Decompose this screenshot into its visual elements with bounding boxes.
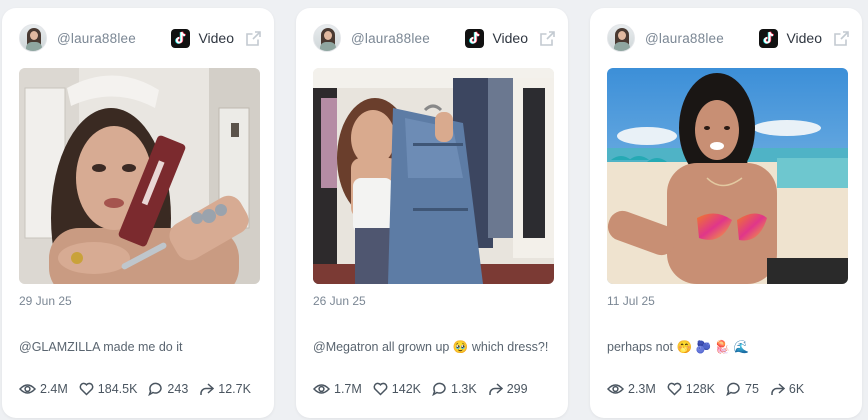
video-thumbnail[interactable]	[313, 68, 554, 284]
eye-icon	[607, 384, 624, 394]
tiktok-icon	[465, 28, 485, 48]
post-caption: perhaps not 🤭 🫐 🪼 🌊	[607, 340, 750, 354]
platform-tag: Video	[171, 28, 234, 48]
external-link-icon[interactable]	[832, 29, 850, 47]
share-icon	[488, 383, 503, 395]
likes-count: 142K	[391, 382, 421, 396]
engagement-stats: 1.7M 142K 1.3K 299	[313, 382, 560, 396]
post-caption: @GLAMZILLA made me do it	[19, 340, 183, 354]
eye-icon	[19, 384, 36, 394]
external-link-icon[interactable]	[244, 29, 262, 47]
platform-label: Video	[492, 30, 528, 46]
comments-count: 243	[167, 382, 189, 396]
likes-stat: 142K	[373, 382, 421, 396]
post-caption: @Megatron all grown up 🥹 which dress?!	[313, 340, 549, 354]
comments-stat: 243	[148, 382, 188, 396]
post-date: 29 Jun 25	[19, 294, 72, 308]
external-link-icon[interactable]	[538, 29, 556, 47]
platform-tag: Video	[759, 28, 822, 48]
post-date: 26 Jun 25	[313, 294, 366, 308]
post-card[interactable]: @laura88lee Video	[296, 8, 568, 418]
heart-icon	[373, 382, 388, 396]
views-stat: 2.4M	[19, 382, 68, 396]
eye-icon	[313, 384, 330, 394]
comment-icon	[726, 382, 740, 396]
shares-stat: 6K	[770, 382, 804, 396]
comments-stat: 75	[726, 382, 759, 396]
avatar[interactable]	[313, 24, 341, 52]
likes-count: 184.5K	[97, 382, 138, 396]
views-count: 1.7M	[334, 382, 362, 396]
tiktok-icon	[759, 28, 779, 48]
views-stat: 2.3M	[607, 382, 656, 396]
post-card[interactable]: @laura88lee Video	[590, 8, 862, 418]
comments-stat: 1.3K	[432, 382, 477, 396]
avatar[interactable]	[607, 24, 635, 52]
account-handle[interactable]: @laura88lee	[645, 31, 724, 46]
shares-stat: 12.7K	[199, 382, 251, 396]
shares-count: 12.7K	[218, 382, 251, 396]
likes-stat: 184.5K	[79, 382, 138, 396]
video-thumbnail[interactable]	[607, 68, 848, 284]
shares-stat: 299	[488, 382, 528, 396]
heart-icon	[667, 382, 682, 396]
shares-count: 299	[506, 382, 528, 396]
post-card[interactable]: @laura88lee Video	[2, 8, 274, 418]
post-date: 11 Jul 25	[607, 294, 655, 308]
engagement-stats: 2.4M 184.5K 243 12.7K	[19, 382, 266, 396]
card-header: @laura88lee Video	[607, 22, 850, 54]
heart-icon	[79, 382, 94, 396]
avatar[interactable]	[19, 24, 47, 52]
views-count: 2.3M	[628, 382, 656, 396]
likes-count: 128K	[685, 382, 715, 396]
views-count: 2.4M	[40, 382, 68, 396]
tiktok-icon	[171, 28, 191, 48]
platform-label: Video	[198, 30, 234, 46]
share-icon	[771, 383, 785, 395]
platform-tag: Video	[465, 28, 528, 48]
comment-icon	[432, 382, 446, 396]
account-handle[interactable]: @laura88lee	[57, 31, 136, 46]
likes-stat: 128K	[667, 382, 715, 396]
account-handle[interactable]: @laura88lee	[351, 31, 430, 46]
comments-count: 75	[745, 382, 759, 396]
card-header: @laura88lee Video	[19, 22, 262, 54]
views-stat: 1.7M	[313, 382, 362, 396]
comments-count: 1.3K	[451, 382, 477, 396]
shares-count: 6K	[788, 382, 805, 396]
comment-icon	[148, 382, 163, 396]
engagement-stats: 2.3M 128K 75 6K	[607, 382, 854, 396]
card-header: @laura88lee Video	[313, 22, 556, 54]
share-icon	[200, 383, 215, 395]
platform-label: Video	[786, 30, 822, 46]
video-thumbnail[interactable]	[19, 68, 260, 284]
